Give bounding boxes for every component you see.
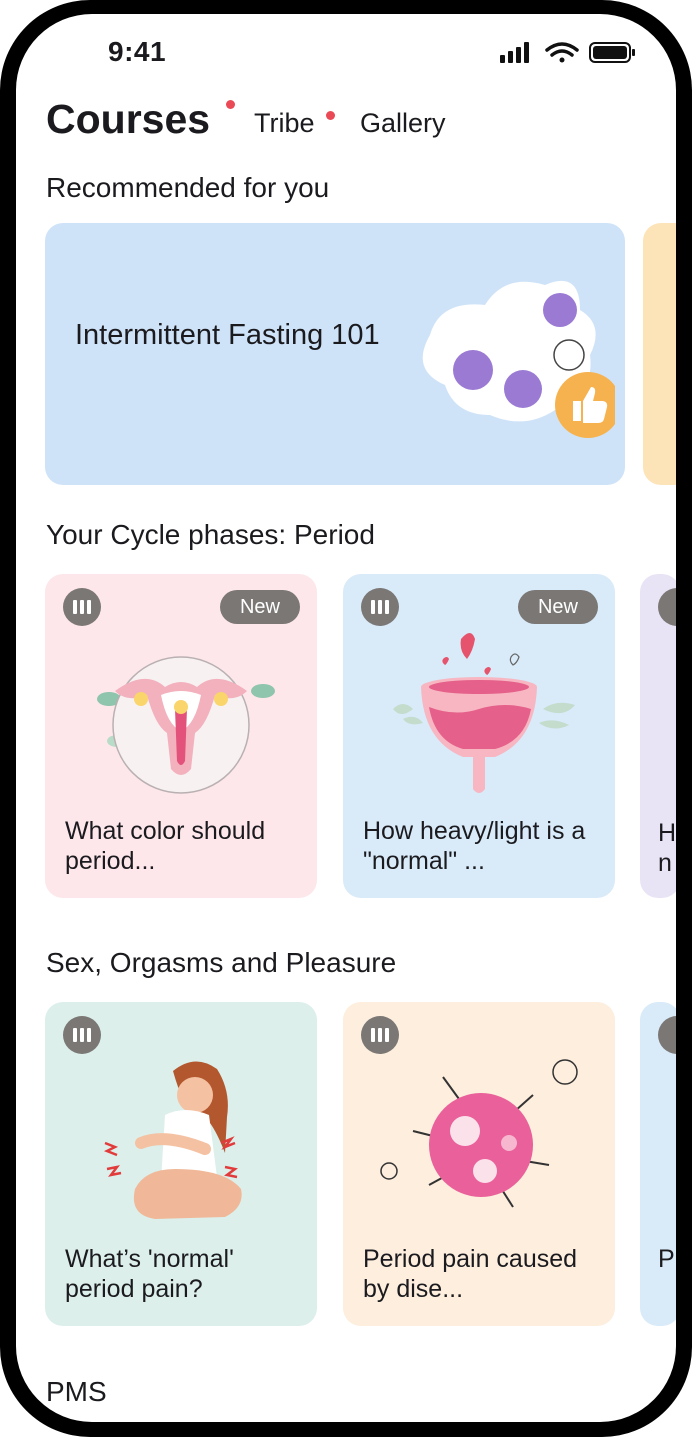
course-title: How heavy/light is a "normal" ... bbox=[363, 817, 586, 875]
cell-illustration bbox=[380, 1059, 578, 1208]
recommended-course-title: Intermittent Fasting 101 bbox=[75, 319, 380, 351]
course-title: What color should period... bbox=[65, 817, 266, 875]
signal-icon bbox=[500, 42, 529, 63]
audio-course-icon bbox=[658, 588, 676, 626]
recommended-course-card[interactable]: Intermittent Fasting 101 bbox=[45, 223, 625, 485]
woman-cramps-illustration bbox=[103, 1061, 242, 1219]
app-screen: 9:41 Courses Tribe Gallery Recommended f… bbox=[16, 14, 676, 1422]
pms-section-heading: PMS bbox=[46, 1376, 107, 1407]
recommended-next-card-peek[interactable] bbox=[643, 223, 676, 485]
audio-course-icon bbox=[63, 1016, 101, 1054]
new-badge: New bbox=[518, 590, 598, 624]
plate-illustration bbox=[422, 280, 615, 438]
recommended-heading: Recommended for you bbox=[46, 172, 330, 203]
sex-next-card-peek[interactable]: P bbox=[640, 1002, 676, 1326]
course-card-period-color[interactable]: New What color should period... bbox=[45, 574, 317, 898]
tab-tribe[interactable]: Tribe bbox=[254, 108, 315, 139]
course-card-disease-pain[interactable]: Period pain caused by dise... bbox=[343, 1002, 615, 1326]
courses-notification-dot bbox=[226, 100, 235, 109]
course-card-normal-pain[interactable]: What’s 'normal' period pain? bbox=[45, 1002, 317, 1326]
cycle-next-card-peek[interactable]: Hn bbox=[640, 574, 676, 898]
course-title: Period pain caused by dise... bbox=[363, 1245, 578, 1303]
status-time: 9:41 bbox=[108, 36, 167, 67]
audio-course-icon bbox=[361, 1016, 399, 1054]
audio-course-icon bbox=[361, 588, 399, 626]
tab-gallery[interactable]: Gallery bbox=[360, 108, 446, 139]
uterus-illustration bbox=[97, 656, 275, 794]
audio-course-icon bbox=[658, 1016, 676, 1054]
status-icons bbox=[500, 42, 635, 63]
tab-courses[interactable]: Courses bbox=[46, 96, 210, 143]
tribe-notification-dot bbox=[326, 111, 335, 120]
course-card-flow-heavy-light[interactable]: New How heavy/light is a "normal" ... bbox=[343, 574, 615, 898]
sex-section-heading: Sex, Orgasms and Pleasure bbox=[46, 947, 397, 978]
phone-frame: 9:41 Courses Tribe Gallery Recommended f… bbox=[0, 0, 692, 1437]
new-badge: New bbox=[220, 590, 300, 624]
peek-card-title: P bbox=[658, 1245, 675, 1273]
course-title: What’s 'normal' period pain? bbox=[65, 1245, 234, 1303]
peek-card-title: Hn bbox=[658, 819, 676, 877]
wifi-icon bbox=[545, 42, 579, 63]
menstrual-cup-illustration bbox=[393, 633, 575, 793]
audio-course-icon bbox=[63, 588, 101, 626]
cycle-section-heading: Your Cycle phases: Period bbox=[46, 519, 375, 550]
battery-icon bbox=[589, 42, 635, 63]
